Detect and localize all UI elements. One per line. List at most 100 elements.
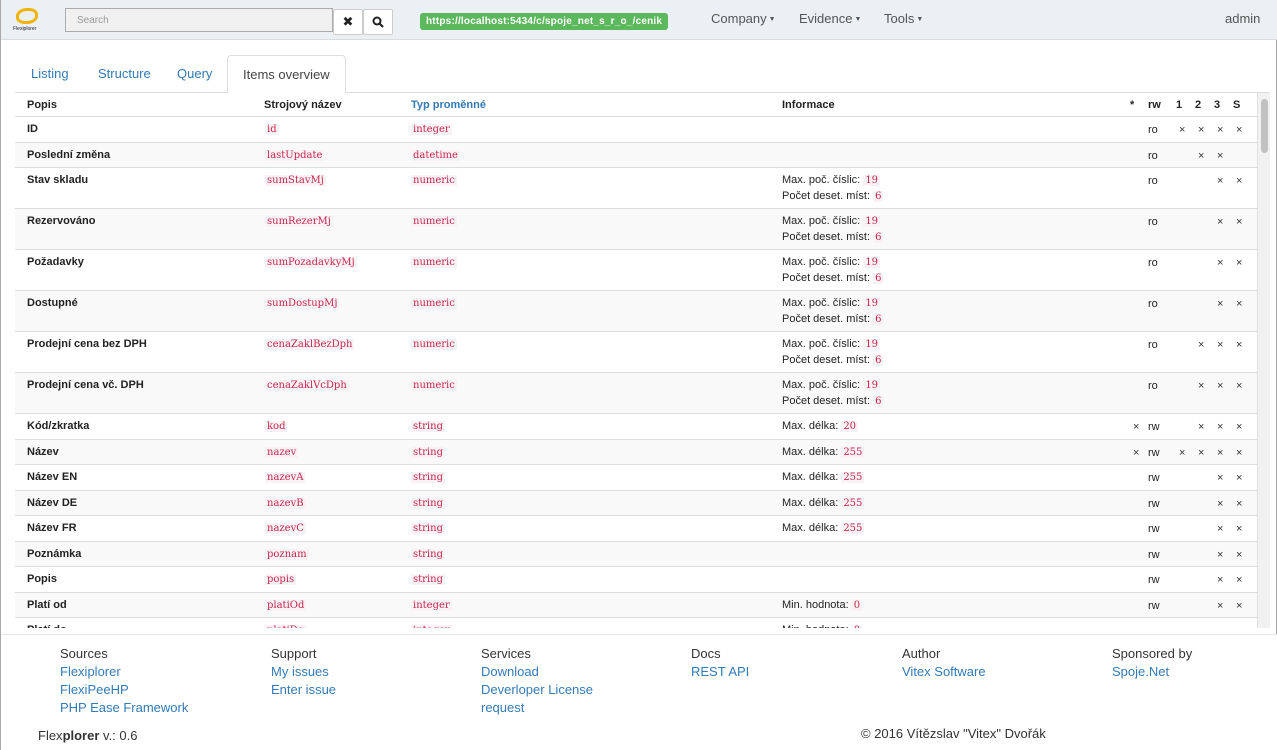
footer-heading: Author	[902, 646, 941, 661]
field-label: Kód/zkratka	[27, 420, 90, 432]
footer-link[interactable]: Flexiplorer	[60, 663, 188, 681]
tab-structure[interactable]: Structure	[83, 55, 166, 93]
footer-link[interactable]: request	[481, 699, 593, 717]
info-min-value: Min. hodnota: 0	[782, 599, 863, 611]
field-label: Název EN	[27, 471, 78, 483]
footer-link[interactable]: Download	[481, 663, 593, 681]
flag-mark: ×	[1133, 446, 1140, 459]
info-value: 6	[873, 273, 884, 284]
info-label: Max. poč. číslic:	[782, 215, 861, 227]
table-scrollbar[interactable]	[1257, 93, 1270, 628]
rw-flag: rw	[1148, 574, 1160, 586]
info-max-digits: Max. poč. číslic: 19	[782, 174, 881, 186]
flag-mark: ×	[1217, 497, 1224, 510]
machine-name: sumStavMj	[265, 175, 326, 186]
header-popis[interactable]: Popis	[27, 99, 57, 111]
rw-flag: rw	[1148, 472, 1160, 484]
footer-link[interactable]: FlexiPeeHP	[60, 681, 188, 699]
info-value: 6	[873, 355, 884, 366]
flag-mark: ×	[1236, 216, 1243, 228]
rw-flag: rw	[1148, 497, 1160, 510]
table-row: Stav skladu sumStavMj numeric Max. poč. čís…	[15, 167, 1257, 208]
clear-search-button[interactable]: ✖	[333, 9, 363, 35]
rw-flag: rw	[1148, 625, 1160, 628]
header-star[interactable]: *	[1130, 99, 1134, 111]
tab-listing[interactable]: Listing	[16, 55, 84, 93]
field-type: integer	[411, 599, 452, 611]
header-informace[interactable]: Informace	[782, 99, 835, 111]
field-label: Dostupné	[27, 297, 78, 309]
info-label: Max. délka:	[782, 496, 839, 509]
field-type: string	[411, 446, 445, 458]
header-2[interactable]: 2	[1195, 99, 1201, 111]
logo-icon	[16, 8, 38, 24]
info-min-value: Min. hodnota: 0	[782, 624, 863, 628]
table-row: Název EN nazevA string Max. délka: 255 rw × ×	[15, 464, 1257, 490]
info-value: 6	[873, 314, 884, 325]
table-row: Požadavky sumPozadavkyMj numeric Max. poč. …	[15, 249, 1257, 290]
footer-link[interactable]: Enter issue	[271, 681, 336, 699]
caret-down-icon: ▼	[916, 16, 924, 24]
info-label: Počet deset. míst:	[782, 313, 871, 325]
info-value: 20	[841, 421, 859, 432]
flag-mark: ×	[1236, 175, 1243, 187]
field-label: Název	[27, 445, 59, 458]
search-input[interactable]	[65, 8, 333, 32]
info-value: 6	[873, 396, 884, 407]
flag-mark: ×	[1236, 446, 1243, 459]
table-row: Poznámka poznam string rw × ×	[15, 540, 1257, 566]
info-value: 6	[873, 191, 884, 202]
footer-link[interactable]: My issues	[271, 663, 336, 681]
tab-items-overview[interactable]: Items overview	[227, 55, 346, 94]
info-max-digits: Max. poč. číslic: 19	[782, 256, 881, 268]
field-type: string	[411, 421, 445, 432]
info-value: 255	[841, 472, 865, 483]
menu-company[interactable]: Company ▼	[711, 11, 776, 26]
table-row: Název nazev string Max. délka: 255 rw × × × × ×	[15, 438, 1257, 464]
rw-flag: ro	[1148, 149, 1158, 162]
footer-link[interactable]: Vitex Software	[902, 663, 986, 681]
navbar: Flexiplorer ✖ https://localhost:5434/c/s…	[1, 0, 1277, 40]
flag-mark: ×	[1179, 446, 1186, 459]
machine-name: sumRezerMj	[265, 216, 333, 227]
table-row: Dostupné sumDostupMj numeric Max. poč. čísl…	[15, 290, 1257, 331]
header-rw[interactable]: rw	[1148, 99, 1161, 111]
tab-query[interactable]: Query	[162, 55, 227, 93]
menu-evidence[interactable]: Evidence ▼	[799, 11, 861, 26]
table-row: Prodejní cena bez DPH cenaZaklBezDph numer…	[15, 331, 1257, 372]
field-type: integer	[411, 625, 452, 628]
info-value: 255	[841, 497, 865, 509]
rw-flag: rw	[1148, 599, 1160, 612]
footer-link[interactable]: REST API	[691, 663, 749, 681]
url-badge[interactable]: https://localhost:5434/c/spoje_net_s_r_o…	[420, 13, 669, 30]
footer-column: Docs REST API	[691, 645, 749, 681]
info-decimal-places: Počet deset. míst: 6	[782, 231, 884, 243]
footer-link[interactable]: Deverloper License	[481, 681, 593, 699]
scrollbar-thumb[interactable]	[1261, 99, 1268, 153]
flag-mark: ×	[1236, 548, 1243, 561]
menu-tools[interactable]: Tools ▼	[884, 11, 923, 26]
search-button[interactable]	[363, 9, 393, 35]
flag-mark: ×	[1236, 523, 1243, 535]
user-menu[interactable]: admin	[1225, 11, 1260, 26]
field-type: numeric	[411, 298, 457, 309]
header-1[interactable]: 1	[1176, 99, 1182, 111]
flag-mark: ×	[1198, 446, 1205, 459]
menu-company-label: Company	[711, 11, 767, 26]
footer-column: Author Vitex Software	[902, 645, 986, 681]
machine-name: sumPozadavkyMj	[265, 257, 357, 268]
tab-bar: Listing Structure Query Items overview	[15, 55, 1270, 94]
header-3[interactable]: 3	[1214, 99, 1220, 111]
footer-link[interactable]: PHP Ease Framework	[60, 699, 188, 717]
info-max-digits: Max. poč. číslic: 19	[782, 379, 881, 391]
header-strojovy-nazev[interactable]: Strojový název	[264, 99, 342, 111]
field-type: numeric	[411, 257, 457, 268]
flexiplorer-logo[interactable]: Flexiplorer	[13, 8, 43, 34]
footer: Sources Flexiplorer FlexiPeeHP PHP Ease Fra…	[1, 634, 1277, 750]
header-s[interactable]: S	[1233, 99, 1240, 111]
caret-down-icon: ▼	[768, 16, 776, 24]
header-typ-promenne[interactable]: Typ proměnné	[411, 99, 486, 111]
field-type: numeric	[411, 339, 457, 350]
footer-link[interactable]: Spoje.Net	[1112, 663, 1192, 681]
machine-name: nazev	[265, 446, 299, 458]
